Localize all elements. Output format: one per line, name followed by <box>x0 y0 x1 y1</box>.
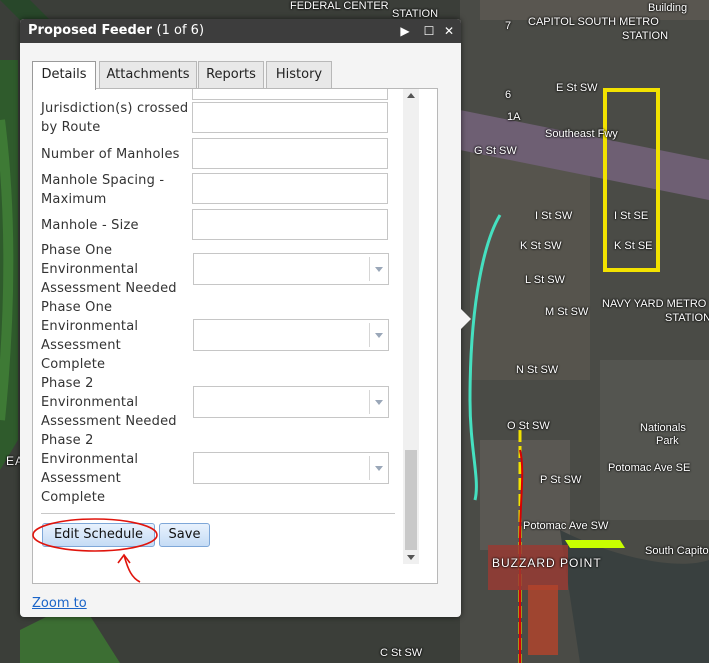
map-label: BUZZARD POINT <box>492 556 602 570</box>
field-label: Phase 2 Environmental Assessment Needed <box>41 376 177 429</box>
map-label: STATION <box>665 312 709 324</box>
map-label: O St SW <box>507 420 550 432</box>
map-label: K St SW <box>520 240 562 252</box>
tab-details[interactable]: Details <box>32 61 96 90</box>
map-label: 7 <box>505 20 512 32</box>
p2-complete-select[interactable] <box>193 452 389 484</box>
next-feature-icon[interactable]: ▶ <box>398 23 412 39</box>
map-label: I St SW <box>535 210 573 222</box>
details-scroll-area[interactable]: Jurisdiction(s) crossed by Route Number … <box>33 89 407 549</box>
field-label: Phase 2 Environmental Assessment Complet… <box>41 433 139 505</box>
close-icon[interactable]: ✕ <box>442 23 456 39</box>
field-label: Manhole - Size <box>41 218 139 233</box>
map-label: NAVY YARD METRO <box>602 298 707 310</box>
scroll-thumb[interactable] <box>405 450 417 550</box>
divider <box>41 513 395 514</box>
vertical-scrollbar[interactable] <box>403 89 419 564</box>
tab-history[interactable]: History <box>266 61 332 88</box>
size-input[interactable] <box>192 209 388 240</box>
map-label: Southeast Fwy <box>545 128 618 140</box>
spacing-input[interactable] <box>192 173 388 204</box>
map-label: 6 <box>505 89 512 101</box>
map-label: FEDERAL CENTER <box>290 0 389 12</box>
field-label: Manhole Spacing - Maximum <box>41 173 165 207</box>
manholes-input[interactable] <box>192 138 388 169</box>
map-label: Park <box>656 435 679 447</box>
map-label: P St SW <box>540 474 582 486</box>
p2-needed-select[interactable] <box>193 386 389 418</box>
map-label: South Capito <box>645 545 709 557</box>
map-label: Nationals <box>640 422 686 434</box>
chevron-down-icon <box>369 390 388 414</box>
map-label: I St SE <box>614 210 649 222</box>
map-label: Potomac Ave SW <box>523 520 609 532</box>
popup-count: (1 of 6) <box>156 23 205 38</box>
map-label: CAPITOL SOUTH METRO <box>528 16 659 28</box>
map-label: L St SW <box>525 274 565 286</box>
map-label: Building <box>648 2 688 14</box>
chevron-down-icon <box>369 323 388 347</box>
prev-field-input[interactable] <box>192 89 388 100</box>
edit-schedule-button[interactable]: Edit Schedule <box>42 523 155 547</box>
popup-pointer <box>461 309 471 329</box>
map-label: STATION <box>622 30 669 42</box>
maximize-icon[interactable]: ☐ <box>422 23 436 39</box>
map-label: K St SE <box>614 240 653 252</box>
details-panel: Jurisdiction(s) crossed by Route Number … <box>32 88 438 584</box>
chevron-down-icon <box>369 257 388 281</box>
feature-popup: Proposed Feeder (1 of 6) ▶ ☐ ✕ Details A… <box>20 19 471 617</box>
popup-header: Proposed Feeder (1 of 6) ▶ ☐ ✕ <box>20 19 461 43</box>
p1-complete-select[interactable] <box>193 319 389 351</box>
map-label: G St SW <box>474 145 517 157</box>
map-label: C St SW <box>380 647 423 659</box>
map-label: Potomac Ave SE <box>608 462 691 474</box>
field-label: Number of Manholes <box>41 147 180 162</box>
map-label: M St SW <box>545 306 589 318</box>
popup-title-text: Proposed Feeder <box>28 23 153 38</box>
zoom-to-link[interactable]: Zoom to <box>32 596 87 611</box>
map-label: 1A <box>507 111 521 123</box>
chevron-down-icon <box>369 456 388 480</box>
field-label: Phase One Environmental Assessment Compl… <box>41 300 139 372</box>
scroll-up-icon[interactable] <box>407 93 415 98</box>
save-button[interactable]: Save <box>159 523 210 547</box>
field-label: Jurisdiction(s) crossed by Route <box>41 101 189 135</box>
jurisdiction-input[interactable] <box>192 102 388 133</box>
tab-attachments[interactable]: Attachments <box>99 61 197 88</box>
tab-reports[interactable]: Reports <box>198 61 264 88</box>
map-label: N St SW <box>516 364 559 376</box>
map-label: E St SW <box>556 82 598 94</box>
field-label: Phase One Environmental Assessment Neede… <box>41 243 177 296</box>
scroll-down-icon[interactable] <box>407 555 415 560</box>
popup-title: Proposed Feeder (1 of 6) <box>28 23 204 38</box>
p1-needed-select[interactable] <box>193 253 389 285</box>
